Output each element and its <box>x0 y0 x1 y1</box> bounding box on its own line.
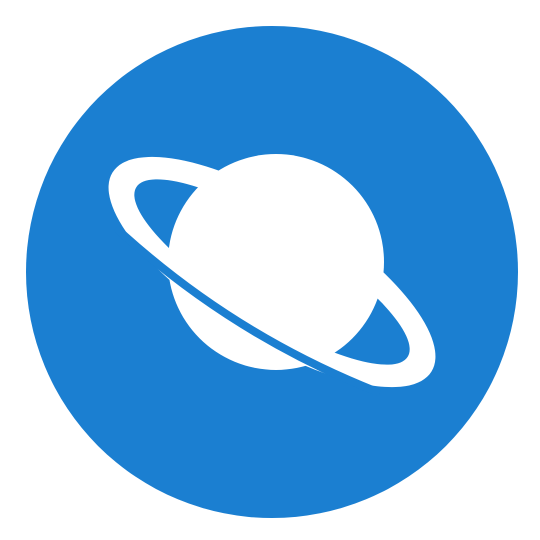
planet-sphere <box>168 154 384 370</box>
planet-icon <box>26 26 518 518</box>
app-icon[interactable] <box>0 0 540 540</box>
